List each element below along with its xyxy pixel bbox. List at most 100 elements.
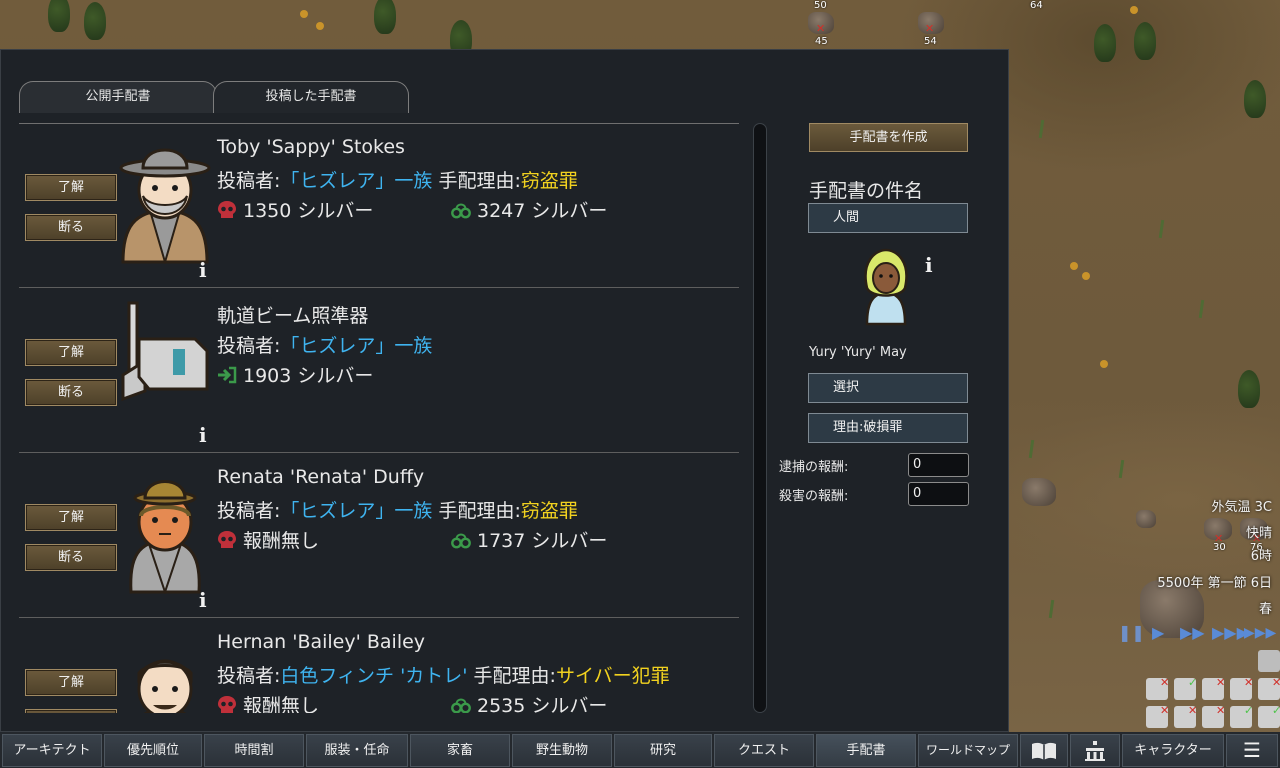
toggle-off-icon: ✕ — [1188, 704, 1198, 717]
deliver-icon — [218, 366, 237, 384]
hp-label: 64 — [1030, 0, 1043, 11]
hp-label: 50 — [814, 0, 827, 11]
bounty-poster-line: 投稿者:「ヒズレア」一族 手配理由:窃盗罪 — [217, 496, 578, 523]
weather-readout[interactable]: 快晴 — [1246, 522, 1272, 541]
accept-button[interactable]: 了解 — [25, 174, 117, 201]
faction-name[interactable]: 「ヒズレア」一族 — [280, 500, 432, 522]
toggle-off-icon: ✕ — [1160, 676, 1170, 689]
bounty-window: 公開手配書 投稿した手配書 了解 断る Toby 'Sappy' Stokes … — [0, 49, 1009, 732]
outdoor-temperature[interactable]: 外気温 3C — [1212, 496, 1272, 515]
tree — [1238, 370, 1260, 408]
pawn-portrait[interactable] — [115, 629, 215, 713]
faction-name[interactable]: 白色フィンチ 'カトレ' — [280, 665, 467, 687]
speed-normal-icon[interactable]: ▶ — [1152, 620, 1164, 646]
reason-dropdown[interactable]: 理由:破損罪 — [808, 413, 968, 443]
orbital-targeter-icon[interactable] — [115, 299, 215, 429]
main-tab-bar: アーキテクト 優先順位 時間割 服装・任命 家畜 野生動物 研究 クエスト 手配… — [0, 732, 1280, 768]
toggle-on-icon: ✓ — [1272, 704, 1280, 717]
create-bounty-button[interactable]: 手配書を作成 — [809, 123, 968, 152]
bounty-poster-line: 投稿者:白色フィンチ 'カトレ' 手配理由:サイバー犯罪 — [217, 661, 670, 688]
book-icon[interactable] — [1020, 734, 1068, 767]
bounty-row: 了解 断る 軌道ビーム照準器 投稿者:「ヒズレア」一族 1903 シルバー i — [19, 289, 739, 453]
skull-icon — [218, 201, 236, 218]
scrollbar[interactable] — [753, 123, 767, 713]
accept-button[interactable]: 了解 — [25, 504, 117, 531]
kill-reward: 報酬無し — [217, 691, 319, 713]
decline-button[interactable]: 断る — [25, 544, 117, 571]
decline-button[interactable]: 断る — [25, 214, 117, 241]
crime-name: サイバー犯罪 — [555, 665, 670, 687]
poster-prefix: 投稿者: — [217, 500, 281, 522]
tab-research[interactable]: 研究 — [614, 734, 712, 767]
kill-reward-amount: 報酬無し — [243, 695, 320, 713]
tab-assign[interactable]: 服装・任命 — [306, 734, 408, 767]
rock[interactable] — [1136, 510, 1156, 528]
toggle-off-icon: ✕ — [1216, 704, 1226, 717]
info-icon[interactable]: i — [199, 423, 207, 447]
menu-icon[interactable]: ☰ — [1226, 734, 1278, 767]
target-info-icon[interactable]: i — [925, 253, 933, 277]
subject-type-dropdown[interactable]: 人間 — [808, 203, 968, 233]
season-readout[interactable]: 春 — [1259, 598, 1272, 617]
tab-quests[interactable]: クエスト — [714, 734, 814, 767]
factions-icon[interactable] — [1070, 734, 1120, 767]
toggle-on-icon: ✓ — [1244, 704, 1254, 717]
delivery-reward-amount: 1903 シルバー — [243, 365, 374, 387]
subject-title: 手配書の件名 — [809, 180, 924, 202]
skull-icon — [218, 696, 236, 713]
tree — [374, 0, 396, 34]
tab-characters[interactable]: キャラクター — [1122, 734, 1224, 767]
toggle-on-icon: ✓ — [1188, 676, 1198, 689]
berry-bush — [1070, 262, 1078, 270]
accept-button[interactable]: 了解 — [25, 339, 117, 366]
rock[interactable] — [1022, 478, 1056, 506]
crime-name: 窃盗罪 — [520, 170, 578, 192]
poster-prefix: 投稿者: — [217, 665, 281, 687]
info-icon[interactable]: i — [199, 258, 207, 282]
tab-architect[interactable]: アーキテクト — [2, 734, 102, 767]
speed-fast-icon[interactable]: ▶▶ — [1180, 620, 1205, 646]
learning-helper-icon[interactable] — [1258, 650, 1280, 672]
accept-button[interactable]: 了解 — [25, 669, 117, 696]
grass — [1038, 119, 1045, 139]
faction-name[interactable]: 「ヒズレア」一族 — [280, 335, 432, 357]
tab-wildlife[interactable]: 野生動物 — [512, 734, 612, 767]
handcuffs-icon — [451, 533, 471, 549]
tab-schedule[interactable]: 時間割 — [204, 734, 304, 767]
kill-reward-input[interactable]: 0 — [908, 482, 969, 506]
speed-ultra-icon[interactable]: ▶▶▶ — [1244, 620, 1276, 646]
poster-prefix: 投稿者: — [217, 170, 281, 192]
kill-reward: 報酬無し — [217, 526, 319, 553]
berry-bush — [316, 22, 324, 30]
pawn-portrait[interactable] — [115, 464, 215, 594]
tree — [1094, 24, 1116, 62]
bounty-row: 了解 断る Toby 'Sappy' Stokes 投稿者:「ヒズレア」一族 手… — [19, 124, 739, 288]
select-target-button[interactable]: 選択 — [808, 373, 968, 403]
delivery-reward: 1903 シルバー — [217, 361, 373, 388]
crime-name: 窃盗罪 — [520, 500, 578, 522]
date-readout[interactable]: 5500年 第一節 6日 — [1157, 572, 1272, 591]
tab-bounties[interactable]: 手配書 — [816, 734, 916, 767]
berry-bush — [1130, 6, 1138, 14]
grass — [1028, 439, 1035, 459]
pause-icon[interactable]: ❚❚ — [1118, 620, 1145, 646]
arrest-reward-label: 逮捕の報酬: — [779, 460, 849, 475]
tab-public-bounties[interactable]: 公開手配書 — [19, 81, 217, 113]
tree — [1244, 80, 1266, 118]
tab-posted-bounties[interactable]: 投稿した手配書 — [213, 81, 409, 113]
decline-button[interactable]: 断る — [25, 709, 117, 713]
capture-reward-amount: 1737 シルバー — [477, 530, 608, 552]
decline-button[interactable]: 断る — [25, 379, 117, 406]
tab-priority[interactable]: 優先順位 — [104, 734, 202, 767]
faction-name[interactable]: 「ヒズレア」一族 — [280, 170, 432, 192]
bounty-row: 了解 断る Renata 'Renata' Duffy 投稿者:「ヒズレア」一族… — [19, 454, 739, 618]
target-portrait[interactable] — [861, 248, 911, 326]
tab-animals[interactable]: 家畜 — [410, 734, 510, 767]
info-icon[interactable]: i — [199, 588, 207, 612]
hour-readout[interactable]: 6時 — [1251, 545, 1272, 564]
pawn-portrait[interactable] — [115, 134, 215, 264]
tab-world[interactable]: ワールドマップ — [918, 734, 1018, 767]
kill-reward: 1350 シルバー — [217, 196, 373, 223]
grass — [1198, 299, 1205, 319]
arrest-reward-input[interactable]: 0 — [908, 453, 969, 477]
